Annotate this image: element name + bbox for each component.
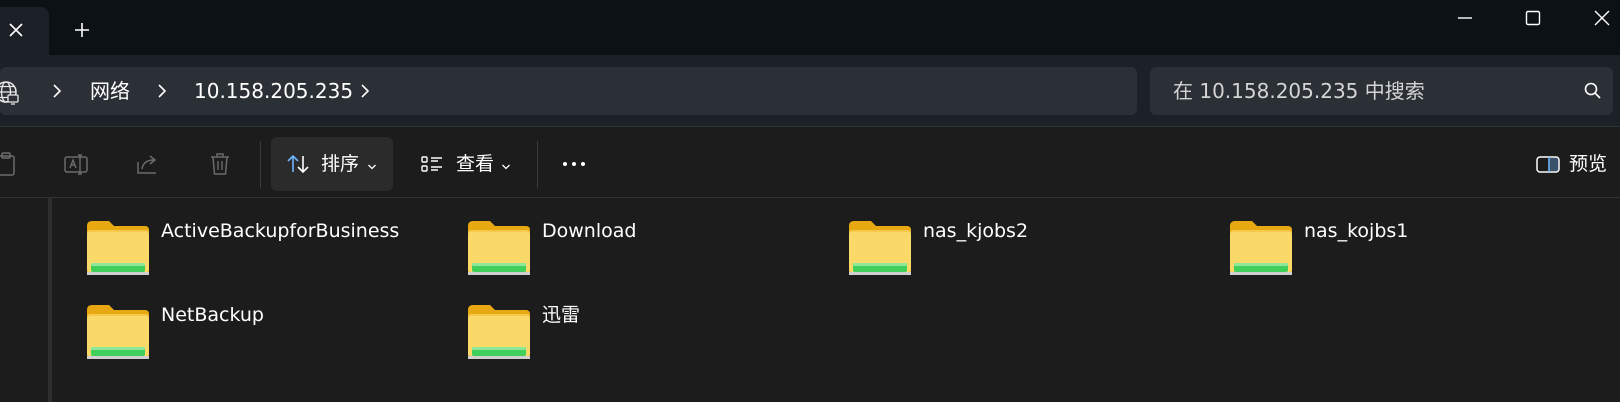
folder-item[interactable]: nas_kojbs1	[1228, 218, 1568, 290]
chevron-down-icon[interactable]	[500, 158, 512, 170]
window-close-icon[interactable]	[1588, 4, 1616, 32]
view-button[interactable]: 查看	[456, 151, 494, 177]
folder-icon	[85, 218, 151, 280]
new-tab-plus-icon[interactable]	[70, 18, 94, 42]
folder-icon	[85, 302, 151, 364]
maximize-icon[interactable]	[1519, 4, 1547, 32]
title-bar	[0, 0, 1620, 55]
folder-item[interactable]: Download	[466, 218, 806, 290]
folder-icon	[466, 218, 532, 280]
folder-item[interactable]: NetBackup	[85, 302, 425, 374]
folder-item[interactable]: ActiveBackupforBusiness	[85, 218, 425, 290]
folder-name: 迅雷	[542, 304, 581, 326]
network-globe-icon[interactable]	[0, 80, 20, 106]
rename-icon[interactable]	[62, 150, 90, 178]
folder-name: nas_kojbs1	[1304, 220, 1409, 242]
folder-name: Download	[542, 220, 637, 242]
folder-item[interactable]: 迅雷	[466, 302, 806, 374]
breadcrumb-chevron-icon[interactable]	[48, 82, 66, 100]
chevron-down-icon	[366, 158, 378, 170]
folder-icon	[1228, 218, 1294, 280]
breadcrumb-item-host[interactable]: 10.158.205.235	[194, 77, 353, 105]
folder-icon	[466, 302, 532, 364]
command-bar	[0, 127, 1620, 198]
preview-button[interactable]: 预览	[1569, 151, 1607, 177]
folder-name: nas_kjobs2	[923, 220, 1029, 242]
toolbar-divider	[260, 141, 261, 188]
search-icon[interactable]	[1583, 81, 1603, 101]
folder-icon	[847, 218, 913, 280]
folder-name: NetBackup	[161, 304, 264, 326]
toolbar-divider	[537, 141, 538, 188]
breadcrumb-item-network[interactable]: 网络	[90, 77, 130, 105]
share-icon[interactable]	[134, 150, 162, 178]
breadcrumb-chevron-icon[interactable]	[153, 82, 171, 100]
more-horizontal-icon[interactable]	[560, 150, 588, 178]
minimize-icon[interactable]	[1451, 4, 1479, 32]
tab-close-icon[interactable]	[4, 18, 28, 42]
delete-icon[interactable]	[206, 150, 234, 178]
preview-pane-icon[interactable]	[1534, 150, 1562, 178]
breadcrumb-chevron-icon[interactable]	[356, 82, 374, 100]
view-layout-icon[interactable]	[418, 150, 446, 178]
folder-item[interactable]: nas_kjobs2	[847, 218, 1187, 290]
folder-name: ActiveBackupforBusiness	[161, 220, 400, 242]
sort-arrows-icon	[284, 150, 312, 178]
sort-label: 排序	[321, 153, 360, 175]
search-input[interactable]: 在 10.158.205.235 中搜索	[1173, 77, 1425, 105]
paste-icon[interactable]	[0, 150, 20, 178]
